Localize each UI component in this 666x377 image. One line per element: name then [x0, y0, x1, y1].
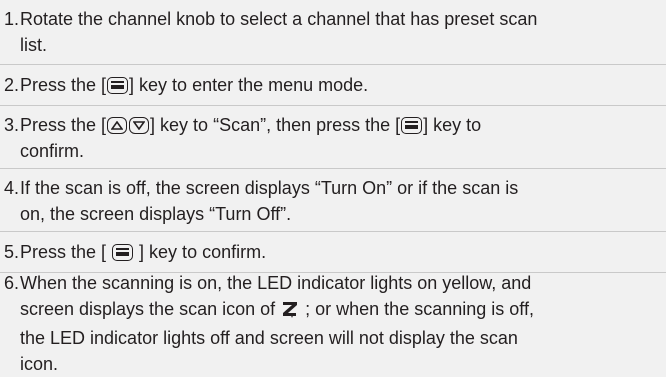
divider	[0, 168, 666, 169]
step-line: If the scan is off, the screen displays …	[20, 178, 519, 198]
step-line: icon.	[20, 354, 59, 374]
step-line: on, the screen displays “Turn Off”.	[20, 204, 292, 224]
text-segment: Press the [	[20, 242, 112, 262]
step-line: the LED indicator lights off and screen …	[20, 328, 518, 348]
step-text: If the scan is off, the screen displays …	[20, 175, 660, 227]
step-text: Press the [ ] key to enter the menu mode.	[20, 72, 660, 98]
instruction-steps: 1. Rotate the channel knob to select a c…	[0, 0, 666, 375]
step-number: 2.	[4, 75, 20, 95]
step-text: Rotate the channel knob to select a chan…	[20, 6, 660, 58]
down-key-icon	[129, 117, 150, 134]
step-number: 6.	[4, 273, 20, 293]
step-number: 3.	[4, 115, 20, 135]
divider	[0, 231, 666, 232]
text-segment: ] key to	[423, 115, 482, 135]
menu-key-icon	[112, 244, 134, 261]
text-segment: ] key to enter the menu mode.	[129, 75, 369, 95]
text-segment: Press the [	[20, 115, 107, 135]
step-number: 5.	[4, 242, 20, 262]
step-line: confirm.	[20, 141, 85, 161]
divider	[0, 105, 666, 106]
menu-key-icon	[107, 77, 129, 94]
text-segment: ] key to “Scan”, then press the [	[150, 115, 401, 135]
text-segment: Press the [	[20, 75, 107, 95]
scan-icon	[282, 299, 298, 325]
divider	[0, 64, 666, 65]
text-segment: ] key to confirm.	[134, 242, 267, 262]
step-line: Press the [ ] key to enter the menu mode.	[20, 72, 660, 98]
text-segment: screen displays the scan icon of	[20, 299, 281, 319]
step-text: Press the [ ] key to “Scan”, then press t…	[20, 112, 660, 164]
step-number: 1.	[4, 9, 20, 29]
step-line: screen displays the scan icon of ; or wh…	[20, 296, 660, 325]
menu-key-icon	[401, 117, 423, 134]
step-line: Rotate the channel knob to select a chan…	[20, 9, 538, 29]
step-text: When the scanning is on, the LED indicat…	[20, 270, 660, 377]
step-line: Press the [ ] key to “Scan”, then press t…	[20, 112, 660, 138]
step-line: When the scanning is on, the LED indicat…	[20, 273, 532, 293]
text-segment: ; or when the scanning is off,	[300, 299, 534, 319]
step-text: Press the [ ] key to confirm.	[20, 239, 660, 265]
step-line: list.	[20, 35, 47, 55]
up-key-icon	[107, 117, 128, 134]
step-number: 4.	[4, 178, 20, 198]
step-line: Press the [ ] key to confirm.	[20, 239, 660, 265]
